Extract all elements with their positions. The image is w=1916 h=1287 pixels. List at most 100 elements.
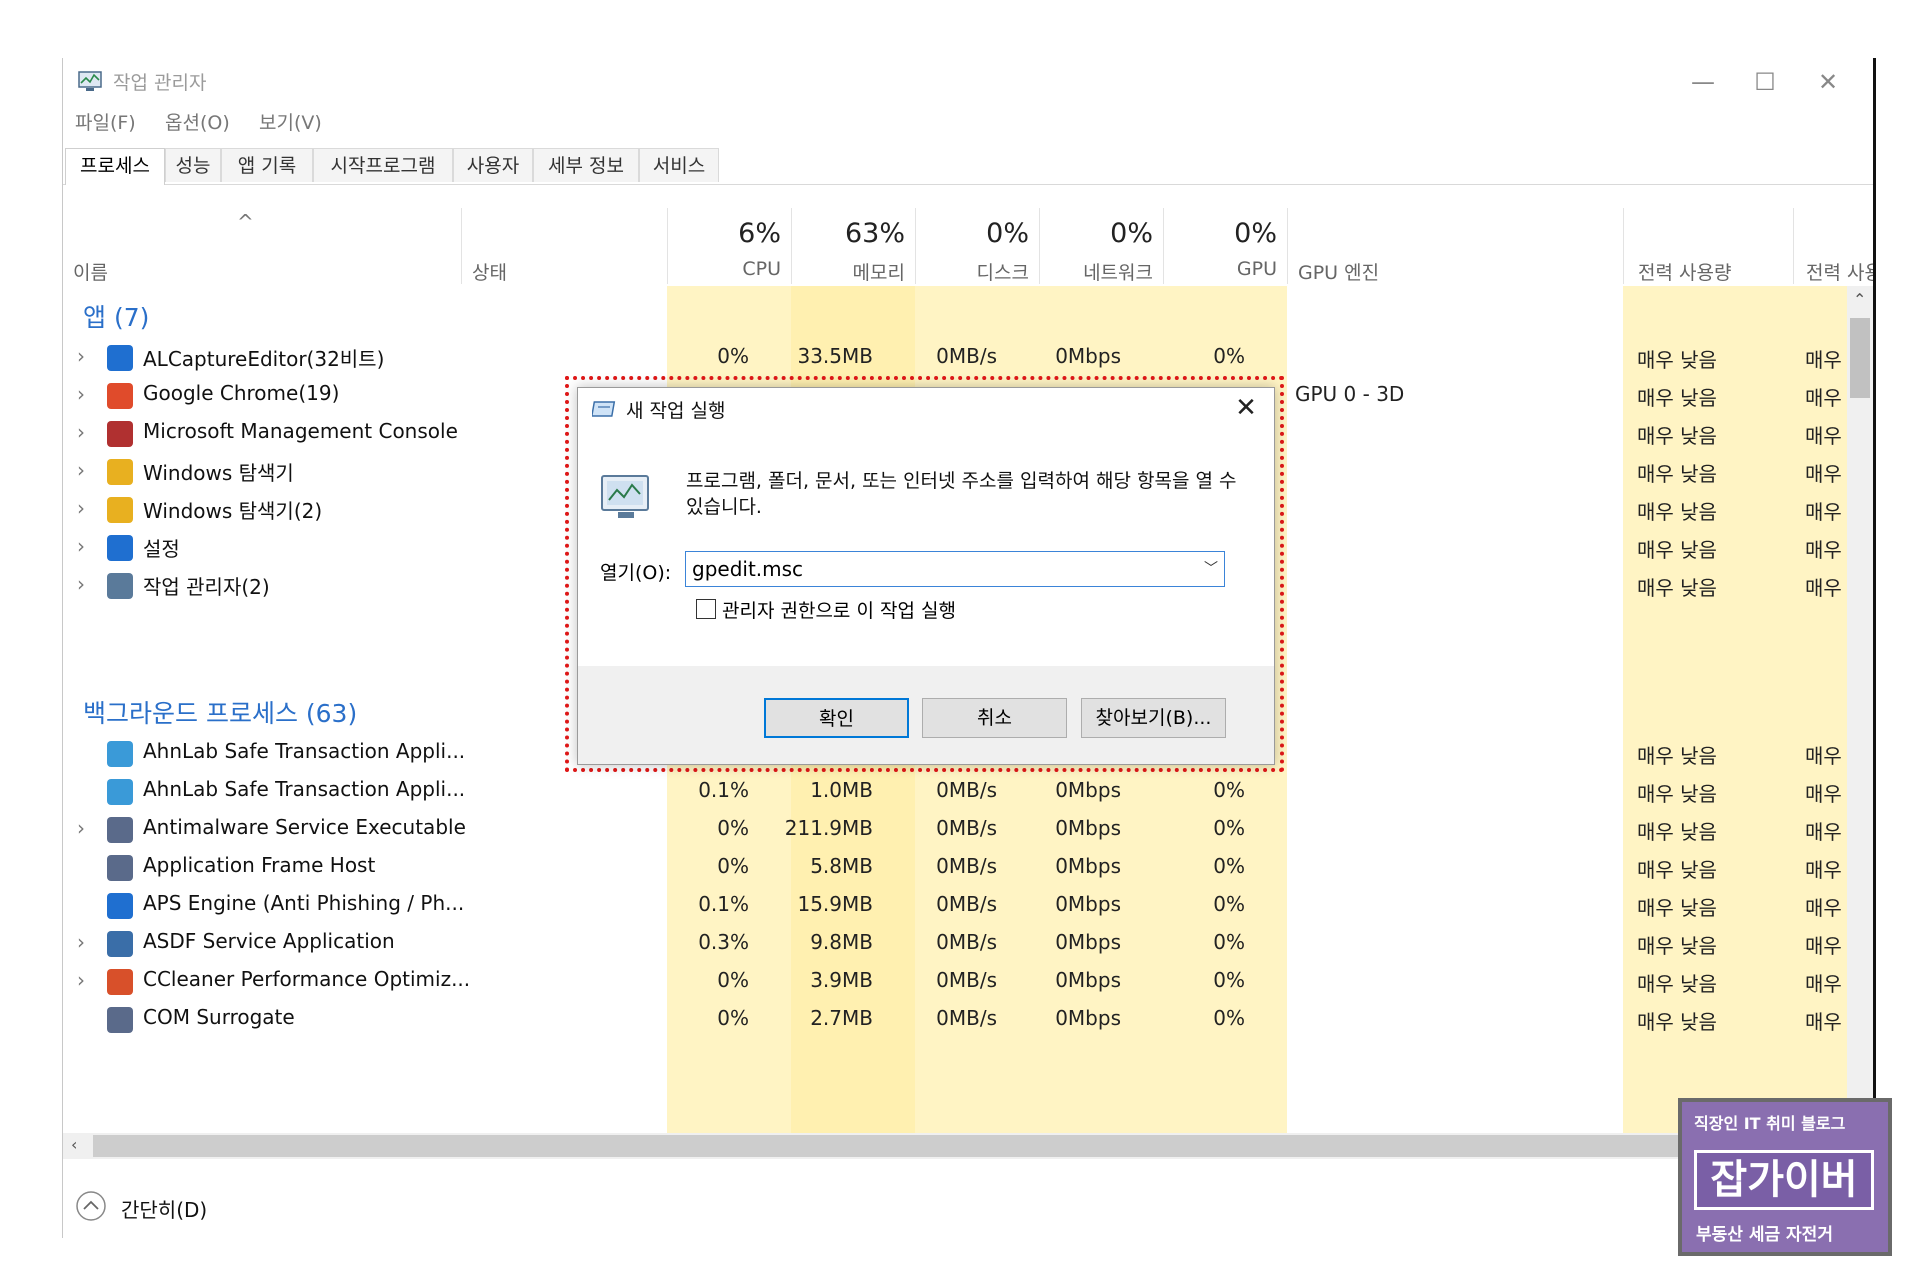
tab-details[interactable]: 세부 정보 [533,148,639,182]
process-name: CCleaner Performance Optimiz... [143,967,471,991]
menu-file[interactable]: 파일(F) [75,108,136,135]
menu-view[interactable]: 보기(V) [259,108,322,135]
disk-value: 0MB/s [936,816,997,840]
gpu-label: GPU [1236,258,1277,280]
folder-icon [107,459,133,485]
watermark-logo: 잡가이버 [1694,1150,1874,1210]
cpu-label: CPU [742,258,781,280]
chevron-right-icon[interactable]: › [77,420,97,444]
cpu-value: 0% [717,854,749,878]
fewer-details-link[interactable]: 간단히(D) [121,1194,207,1223]
chevron-right-icon[interactable]: › [77,930,97,954]
ccleaner-icon [107,969,133,995]
dialog-close-button[interactable]: ✕ [1226,391,1266,425]
gear-icon [107,535,133,561]
chevron-right-icon[interactable]: › [77,572,97,596]
process-name: COM Surrogate [143,1005,295,1029]
power-trend-value: 매우 낮 [1805,896,1845,920]
gpu-total: 0% [1234,218,1277,249]
cpu-value: 0% [717,344,749,368]
net-value: 0Mbps [1055,854,1121,878]
open-combobox[interactable]: gpedit.msc ﹀ [685,551,1225,587]
gpu-value: 0% [1213,816,1245,840]
minimize-button[interactable]: — [1673,64,1733,100]
column-power[interactable]: 전력 사용량 [1623,208,1793,284]
close-button[interactable]: ✕ [1798,64,1858,100]
shield-icon [107,893,133,919]
tab-processes[interactable]: 프로세스 [65,148,165,185]
power-value: 매우 낮음 [1637,744,1717,768]
maximize-button[interactable]: ☐ [1735,64,1795,100]
window-icon [107,931,133,957]
tab-startup[interactable]: 시작프로그램 [313,148,453,182]
disk-value: 0MB/s [936,1006,997,1030]
process-name: Microsoft Management Console [143,419,458,443]
chevron-down-icon[interactable]: ﹀ [1204,552,1218,586]
power-trend-value: 매우 낮 [1805,538,1845,562]
column-gpu[interactable]: 0% GPU [1163,208,1287,284]
net-value: 0Mbps [1055,930,1121,954]
chevron-right-icon[interactable]: › [77,968,97,992]
chevron-right-icon[interactable]: › [77,344,97,368]
group-apps-header[interactable]: 앱 (7) [83,298,149,334]
column-gpu-engine[interactable]: GPU 엔진 [1287,208,1623,284]
column-memory[interactable]: 63% 메모리 [791,208,915,284]
power-value: 매우 낮음 [1637,782,1717,806]
column-name[interactable]: ^ 이름 [63,208,461,284]
chevron-right-icon[interactable]: › [77,816,97,840]
column-status[interactable]: 상태 [461,208,667,284]
menu-options[interactable]: 옵션(O) [165,108,230,135]
power-trend-value: 매우 낮 [1805,386,1845,410]
cancel-button[interactable]: 취소 [922,698,1067,738]
power-trend-value: 매우 낮 [1805,1010,1845,1034]
dialog-title: 새 작업 실행 [626,400,726,422]
gpu-value: 0% [1213,892,1245,916]
tab-app-history[interactable]: 앱 기록 [221,148,313,182]
power-value: 매우 낮음 [1637,972,1717,996]
ok-button[interactable]: 확인 [764,698,909,738]
tab-services[interactable]: 서비스 [639,148,719,182]
scroll-left-icon[interactable]: ‹ [71,1135,77,1154]
power-trend-value: 매우 낮 [1805,820,1845,844]
process-row[interactable]: COM Surrogate 0% 2.7MB 0MB/s 0Mbps 0% 매우 낮음 매우 … [63,996,1845,1042]
horizontal-scrollbar[interactable]: ‹ [63,1133,1873,1159]
run-program-icon [601,475,649,518]
net-value: 0Mbps [1055,344,1121,368]
alcapture-icon [107,345,133,371]
browse-button[interactable]: 찾아보기(B)... [1081,698,1226,738]
process-name: APS Engine (Anti Phishing / Ph... [143,891,465,915]
chevron-right-icon[interactable]: › [77,458,97,482]
mem-value: 5.8MB [810,854,873,878]
column-disk[interactable]: 0% 디스크 [915,208,1039,284]
power-trend-value: 매우 낮 [1805,744,1845,768]
tab-performance[interactable]: 성능 [165,148,221,182]
admin-checkbox-label[interactable]: 관리자 권한으로 이 작업 실행 [722,596,956,623]
admin-checkbox[interactable] [696,599,716,619]
mmc-icon [107,421,133,447]
memory-label: 메모리 [852,262,905,284]
gpu-engine-value: GPU 0 - 3D [1295,382,1405,406]
power-value: 매우 낮음 [1637,858,1717,882]
horizontal-scroll-thumb[interactable] [93,1135,1753,1157]
scroll-up-icon[interactable]: ⌃ [1853,290,1866,309]
process-name: ALCaptureEditor(32비트) [143,347,385,371]
shield-icon [107,741,133,767]
chevron-right-icon[interactable]: › [77,496,97,520]
tab-users[interactable]: 사용자 [453,148,533,182]
folder-icon [107,497,133,523]
vertical-scrollbar[interactable]: ⌃ [1847,286,1873,1133]
disk-value: 0MB/s [936,778,997,802]
cpu-value: 0% [717,816,749,840]
gpu-value: 0% [1213,1006,1245,1030]
collapse-circle-icon[interactable] [75,1190,107,1222]
column-cpu[interactable]: 6% CPU [667,208,791,284]
process-name: Antimalware Service Executable [143,815,466,839]
open-input-value[interactable]: gpedit.msc [692,557,803,581]
column-power-trend[interactable]: 전력 사용 [1793,208,1873,284]
group-background-header[interactable]: 백그라운드 프로세스 (63) [83,694,357,730]
title-bar[interactable]: 작업 관리자 — ☐ ✕ [63,58,1873,104]
column-network[interactable]: 0% 네트워크 [1039,208,1163,284]
chevron-right-icon[interactable]: › [77,382,97,406]
chevron-right-icon[interactable]: › [77,534,97,558]
vertical-scroll-thumb[interactable] [1850,318,1870,398]
